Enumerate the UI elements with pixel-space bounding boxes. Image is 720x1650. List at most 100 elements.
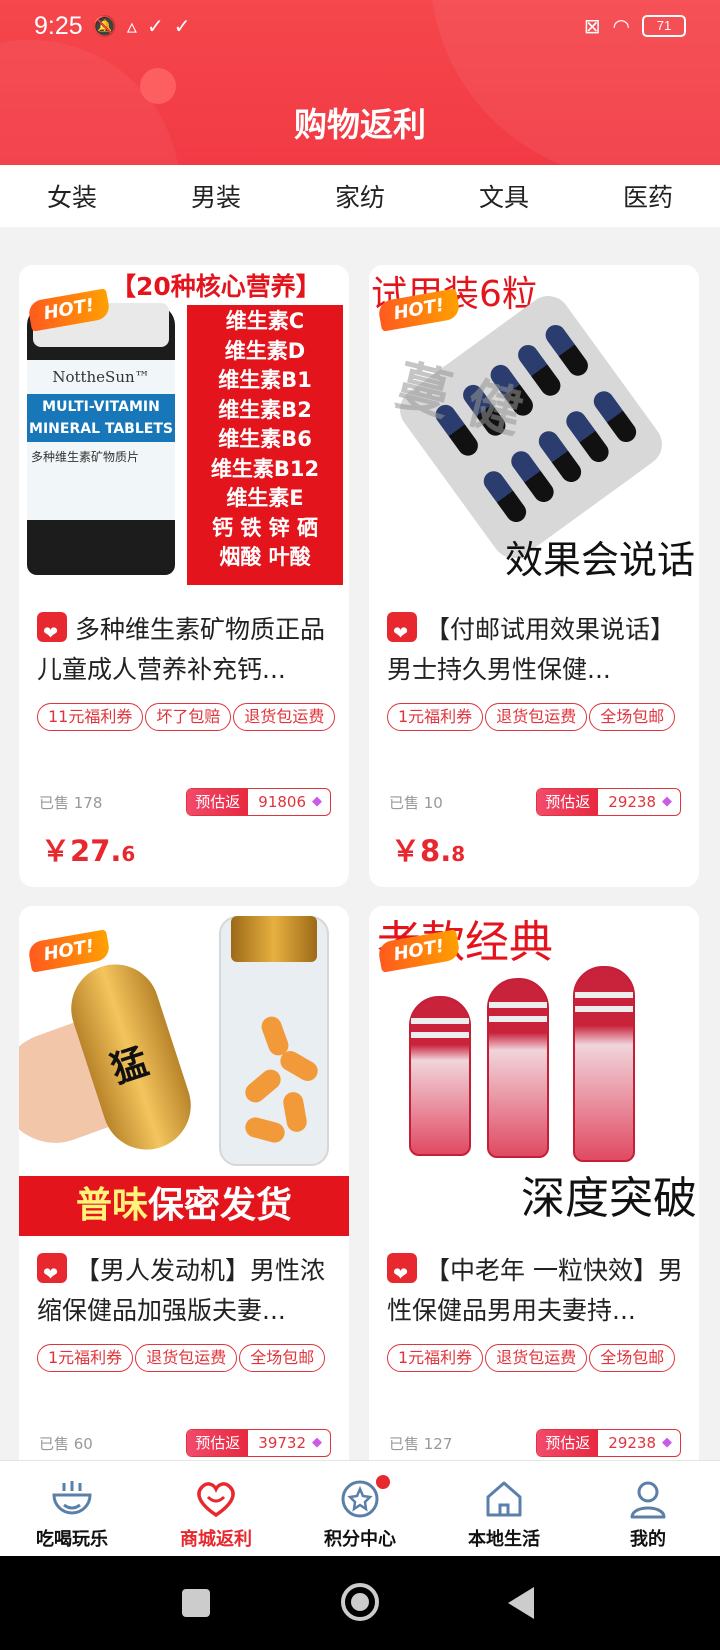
product-title[interactable]: 【中老年 一粒快效】男性保健品男用夫妻持... (387, 1251, 683, 1331)
battery-icon: 71 (642, 15, 686, 37)
tab-home-textile[interactable]: 家纺 (312, 178, 408, 214)
return-tag: 退货包运费 (135, 1344, 238, 1372)
tab-medicine[interactable]: 医药 (600, 178, 696, 214)
heart-icon (197, 1482, 235, 1518)
vial (487, 978, 549, 1158)
capsule-text: 猛 (106, 1041, 154, 1092)
return-tag: 退货包运费 (233, 703, 336, 731)
vial-band (411, 1032, 469, 1038)
vitamin-list: 维生素C 维生素D 维生素B1 维生素B2 维生素B6 维生素B12 维生素E … (187, 305, 343, 585)
nav-eat-play[interactable]: 吃喝玩乐 (0, 1461, 144, 1556)
tab-women[interactable]: 女装 (24, 178, 120, 214)
diamond-icon: ◆ (312, 794, 322, 809)
coupon-tag: 1元福利券 (37, 1344, 134, 1372)
product-card[interactable]: 老款经典 HOT! 深度突破 【中老年 一粒快效】男性保健品男用夫妻持... 1… (369, 906, 699, 1506)
vial-band (489, 1002, 547, 1008)
image-headline: 【20种核心营养】 (111, 272, 321, 301)
tab-men[interactable]: 男装 (168, 178, 264, 214)
diamond-icon: ◆ (662, 794, 672, 809)
sold-count: 已售 178 (39, 794, 103, 812)
recent-apps-button[interactable] (182, 1589, 210, 1617)
product-card[interactable]: 试用装6粒 HOT! 蔓 健 效果会说话 【付邮试用效果说话】男士持久男性保健.… (369, 265, 699, 887)
image-banner: 普味保密发货 (19, 1176, 349, 1236)
product-card[interactable]: HOT! 【20种核心营养】 NottheSun™ MULTI-VITAMIN … (19, 265, 349, 887)
shop-icon (387, 1253, 417, 1295)
vitamin-item: 钙 铁 锌 硒 (212, 515, 318, 540)
sold-count: 已售 127 (389, 1435, 453, 1453)
product-card[interactable]: HOT! 猛 普味保密发货 【男人发动机】男性浓缩保健品加强版夫妻... 1元福… (19, 906, 349, 1506)
vitamin-item: 维生素B12 (210, 456, 320, 481)
jar-cap (231, 916, 317, 962)
shop-icon (37, 1253, 67, 1295)
nav-mall-rebate[interactable]: 商城返利 (144, 1461, 288, 1556)
diamond-icon: ◆ (312, 1435, 322, 1450)
image-footer: 效果会说话 (504, 538, 695, 582)
home-button[interactable] (341, 1583, 379, 1621)
rebate-label: 预估返 (187, 1430, 249, 1456)
guarantee-tag: 坏了包赔 (145, 703, 232, 731)
vitamin-item: 维生素B2 (218, 397, 312, 422)
price: ￥8.8 (391, 828, 465, 870)
user-icon (630, 1481, 666, 1519)
vial-band (489, 1016, 547, 1022)
diamond-icon: ◆ (662, 1435, 672, 1450)
status-right-icons: ⊠ ◠ 71 (584, 14, 686, 38)
vitamin-item: 维生素C (225, 309, 305, 333)
bowl-icon (52, 1481, 92, 1515)
rebate-label: 预估返 (537, 789, 599, 815)
coupon-tag: 1元福利券 (387, 1344, 484, 1372)
product-image[interactable]: HOT! 【20种核心营养】 NottheSun™ MULTI-VITAMIN … (19, 265, 349, 595)
product-title[interactable]: 【男人发动机】男性浓缩保健品加强版夫妻... (37, 1251, 333, 1331)
image-footer: 深度突破 (521, 1173, 697, 1224)
tab-stationery[interactable]: 文具 (456, 178, 552, 214)
vial (573, 966, 635, 1162)
rebate-value: 29238 (608, 793, 656, 811)
tag-list: 1元福利券 退货包运费 全场包邮 (37, 1344, 337, 1372)
page-title: 购物返利 (294, 105, 426, 144)
price-integer: 27. (70, 834, 122, 868)
notification-dot (376, 1475, 390, 1489)
rebate-label: 预估返 (537, 1430, 599, 1456)
bottle-label: NottheSun™ MULTI-VITAMIN MINERAL TABLETS… (27, 360, 175, 520)
product-title[interactable]: 多种维生素矿物质正品儿童成人营养补充钙... (37, 610, 333, 690)
sim-icon: ⊠ (583, 14, 601, 38)
rebate-label: 预估返 (187, 789, 249, 815)
free-shipping-tag: 全场包邮 (239, 1344, 326, 1372)
back-button[interactable] (508, 1587, 534, 1619)
product-image[interactable]: HOT! 猛 普味保密发货 (19, 906, 349, 1236)
nav-mine[interactable]: 我的 (576, 1461, 720, 1556)
coupon-tag: 1元福利券 (387, 703, 484, 731)
nav-points-center[interactable]: 积分中心 (288, 1461, 432, 1556)
vial-band (575, 992, 633, 998)
status-bar: 9:25 🔕▵✓✓ ⊠ ◠ 71 (0, 0, 720, 56)
return-tag: 退货包运费 (485, 1344, 588, 1372)
tag-list: 1元福利券 退货包运费 全场包邮 (387, 1344, 687, 1372)
product-title-text: 【付邮试用效果说话】男士持久男性保健... (387, 615, 676, 684)
price: ￥27.6 (41, 828, 135, 870)
price-decimal: 6 (121, 842, 136, 866)
bottle-cn-text: 多种维生素矿物质片 (31, 450, 140, 464)
price-integer: 8. (420, 834, 452, 868)
nav-local-life[interactable]: 本地生活 (432, 1461, 576, 1556)
rebate-value: 91806 (258, 793, 306, 811)
tag-list: 11元福利券 坏了包赔 退货包运费 (37, 703, 337, 731)
vitamin-item: 维生素B1 (218, 368, 312, 392)
vitamin-item: 烟酸 叶酸 (219, 545, 311, 569)
free-shipping-tag: 全场包邮 (589, 1344, 676, 1372)
status-time: 9:25 (34, 12, 83, 40)
wifi-icon: ◠ (612, 14, 630, 38)
header: 9:25 🔕▵✓✓ ⊠ ◠ 71 购物返利 (0, 0, 720, 165)
product-title[interactable]: 【付邮试用效果说话】男士持久男性保健... (387, 610, 683, 690)
product-image[interactable]: 老款经典 HOT! 深度突破 (369, 906, 699, 1236)
rebate-badge: 预估返 91806 ◆ (186, 788, 331, 816)
home-icon (486, 1481, 522, 1517)
banner-text: 保密发货 (148, 1185, 293, 1226)
star-badge-icon (341, 1480, 379, 1518)
nav-label: 商城返利 (180, 1529, 252, 1550)
bottle-band: MULTI-VITAMIN MINERAL TABLETS (27, 394, 175, 442)
product-image[interactable]: 试用装6粒 HOT! 蔓 健 效果会说话 (369, 265, 699, 595)
product-title-text: 【男人发动机】男性浓缩保健品加强版夫妻... (37, 1256, 326, 1325)
product-title-text: 多种维生素矿物质正品儿童成人营养补充钙... (37, 615, 326, 684)
sold-count: 已售 60 (39, 1435, 93, 1453)
shop-icon (387, 612, 417, 654)
